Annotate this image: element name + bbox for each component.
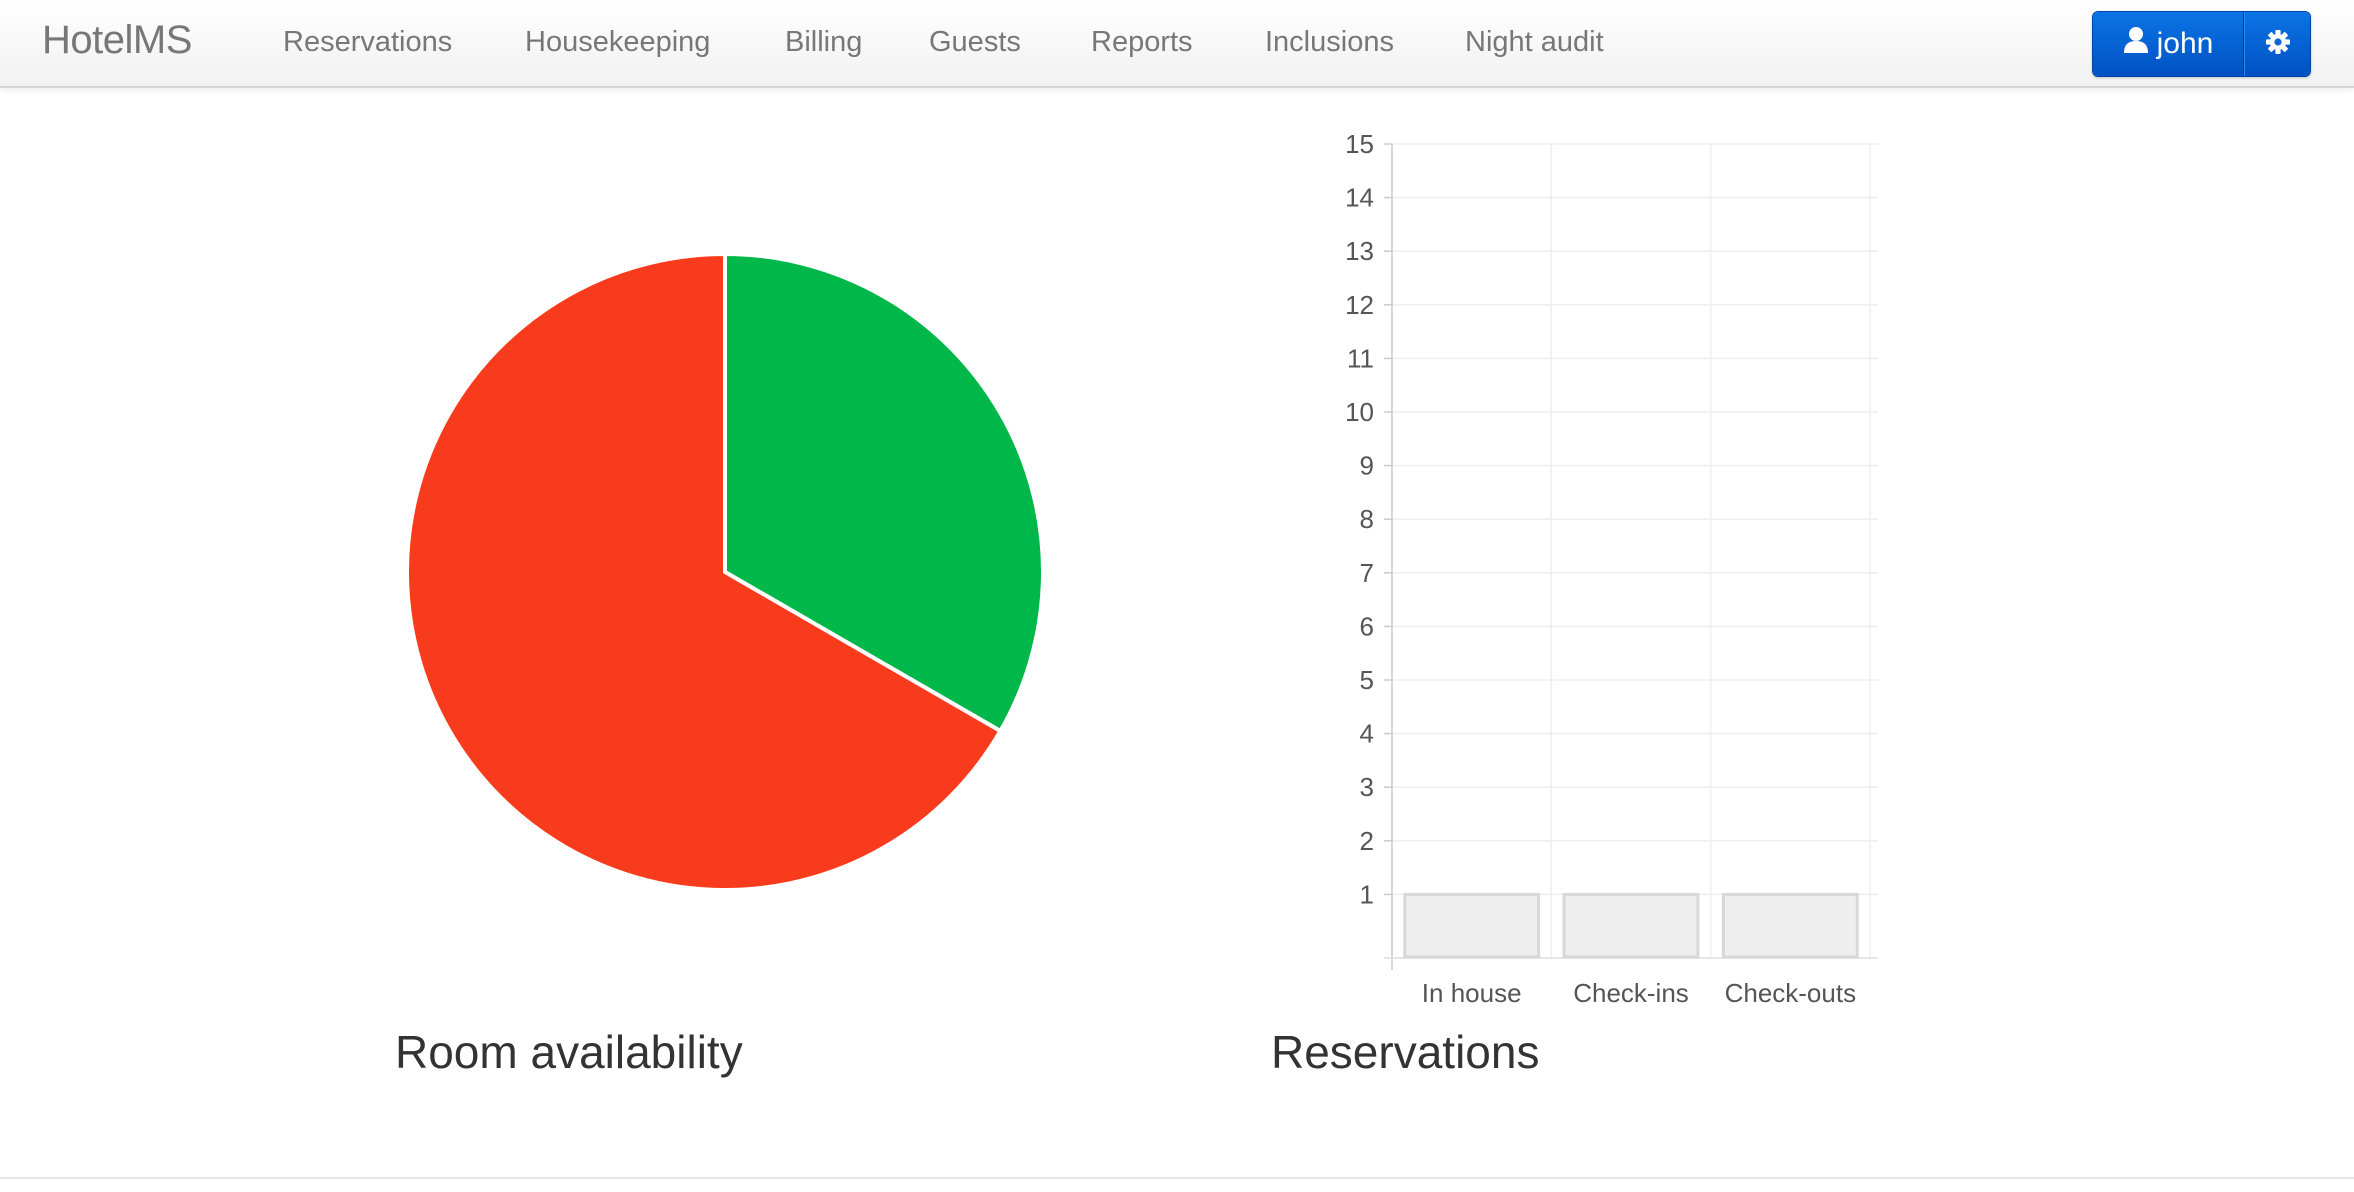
nav-item-billing[interactable]: Billing [785, 26, 862, 59]
user-button-group: john [2092, 11, 2311, 77]
reservations-caption: Reservations [1271, 1026, 1540, 1078]
room-availability-caption: Room availability [395, 1026, 743, 1078]
y-tick-label-7: 7 [1360, 558, 1374, 588]
x-tick-label-2: Check-outs [1725, 978, 1857, 1008]
footer-divider [0, 1177, 2354, 1179]
y-tick-label-1: 1 [1360, 879, 1374, 909]
y-tick-label-8: 8 [1360, 504, 1374, 534]
y-tick-label-2: 2 [1360, 826, 1374, 856]
y-tick-label-14: 14 [1345, 183, 1374, 213]
brand-logo[interactable]: HotelMS [42, 18, 192, 63]
y-tick-label-10: 10 [1345, 397, 1374, 427]
top-navbar: HotelMS Reservations Housekeeping Billin… [0, 0, 2354, 88]
gear-icon [2265, 29, 2291, 60]
y-tick-label-3: 3 [1360, 772, 1374, 802]
user-name: john [2156, 27, 2214, 60]
nav-item-guests[interactable]: Guests [929, 26, 1021, 59]
x-tick-label-1: Check-ins [1573, 978, 1689, 1008]
nav-item-night-audit[interactable]: Night audit [1465, 26, 1604, 59]
nav-item-reservations[interactable]: Reservations [283, 26, 452, 59]
y-tick-label-13: 13 [1345, 236, 1374, 266]
nav-item-inclusions[interactable]: Inclusions [1265, 26, 1394, 59]
y-tick-label-12: 12 [1345, 290, 1374, 320]
y-tick-label-6: 6 [1360, 611, 1374, 641]
y-tick-label-4: 4 [1360, 719, 1374, 749]
x-tick-label-0: In house [1422, 978, 1522, 1008]
y-tick-label-15: 15 [1345, 130, 1374, 159]
user-menu-button[interactable]: john [2093, 12, 2244, 76]
user-icon [2123, 26, 2149, 62]
settings-button[interactable] [2244, 12, 2310, 76]
nav-item-reports[interactable]: Reports [1091, 26, 1193, 59]
nav-item-housekeeping[interactable]: Housekeeping [525, 26, 710, 59]
y-tick-label-11: 11 [1347, 343, 1374, 373]
y-tick-label-9: 9 [1360, 451, 1374, 481]
y-tick-label-5: 5 [1360, 665, 1374, 695]
bar-in-house [1403, 892, 1541, 959]
bar-check-ins [1562, 892, 1700, 959]
reservations-bar-chart: 123456789101112131415In house Check-ins Ch… [1345, 130, 1878, 1008]
room-availability-pie-chart [405, 252, 1045, 892]
bar-check-outs [1721, 892, 1859, 959]
